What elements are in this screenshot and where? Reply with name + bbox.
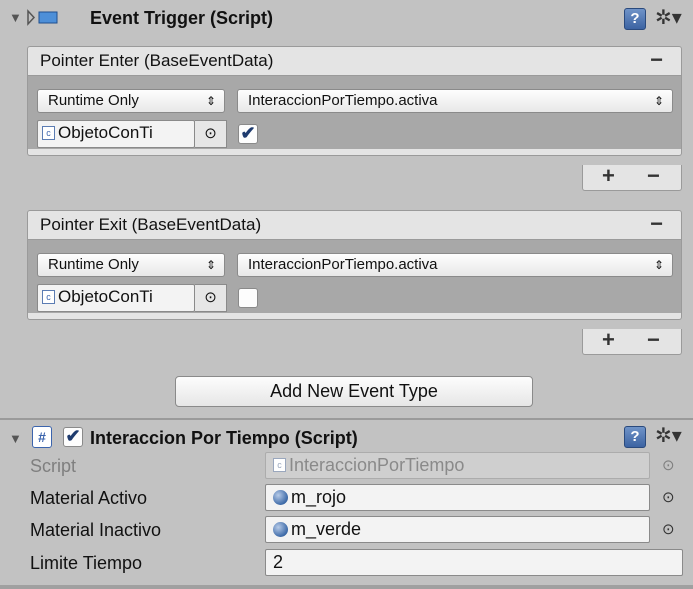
target-object-value: ObjetoConTi bbox=[58, 123, 153, 142]
gear-icon[interactable]: ✲▾ bbox=[655, 423, 682, 448]
event-group-body: Runtime Only ⇕ InteraccionPorTiempo.acti… bbox=[27, 240, 682, 313]
foldout-arrow-icon[interactable]: ▼ bbox=[9, 10, 22, 25]
object-picker-button[interactable]: ⊙ bbox=[195, 284, 227, 312]
foldout-arrow-icon[interactable]: ▼ bbox=[9, 431, 22, 446]
script-icon: # bbox=[32, 426, 52, 448]
component-title: Interaccion Por Tiempo (Script) bbox=[90, 428, 358, 448]
event-group-footer bbox=[27, 149, 682, 156]
object-picker-button: ⊙ bbox=[662, 457, 675, 474]
object-picker-button[interactable]: ⊙ bbox=[662, 520, 675, 538]
event-trigger-icon bbox=[27, 9, 59, 26]
runtime-dropdown[interactable]: Runtime Only ⇕ bbox=[37, 253, 225, 277]
script-field: c InteraccionPorTiempo bbox=[265, 452, 650, 479]
listener-add-remove: + − bbox=[582, 163, 682, 191]
event-group-title: Pointer Exit (BaseEventData) bbox=[40, 215, 262, 234]
material-inactivo-field[interactable]: m_verde bbox=[265, 516, 650, 543]
dropdown-arrows-icon: ⇕ bbox=[205, 94, 216, 108]
add-new-event-type-button[interactable]: Add New Event Type bbox=[175, 376, 533, 407]
event-group-footer bbox=[27, 313, 682, 320]
script-field-value: InteraccionPorTiempo bbox=[289, 455, 465, 475]
target-object-field[interactable]: c ObjetoConTi bbox=[37, 120, 195, 148]
add-listener-button[interactable]: + bbox=[602, 163, 615, 189]
event-group-pointer-enter: Pointer Enter (BaseEventData) − Runtime … bbox=[27, 46, 682, 156]
component-enabled-checkbox[interactable]: ✔ bbox=[63, 427, 83, 447]
event-group-title: Pointer Enter (BaseEventData) bbox=[40, 51, 274, 70]
function-dropdown-value: InteraccionPorTiempo.activa bbox=[248, 256, 438, 273]
remove-listener-button[interactable]: − bbox=[647, 327, 660, 353]
property-label-material-inactivo: Material Inactivo bbox=[30, 520, 162, 540]
target-object-value: ObjetoConTi bbox=[58, 287, 153, 306]
remove-listener-button[interactable]: − bbox=[647, 163, 660, 189]
bottom-divider bbox=[0, 585, 693, 589]
script-object-icon: c bbox=[273, 458, 286, 473]
target-object-field[interactable]: c ObjetoConTi bbox=[37, 284, 195, 312]
material-sphere-icon bbox=[273, 521, 288, 537]
material-inactivo-value: m_verde bbox=[291, 519, 362, 539]
function-dropdown[interactable]: InteraccionPorTiempo.activa ⇕ bbox=[237, 89, 673, 113]
dropdown-arrows-icon: ⇕ bbox=[653, 94, 664, 108]
object-picker-button[interactable]: ⊙ bbox=[662, 488, 675, 506]
runtime-dropdown-value: Runtime Only bbox=[48, 92, 139, 109]
dropdown-arrows-icon: ⇕ bbox=[653, 258, 664, 272]
event-group-body: Runtime Only ⇕ InteraccionPorTiempo.acti… bbox=[27, 76, 682, 149]
function-dropdown[interactable]: InteraccionPorTiempo.activa ⇕ bbox=[237, 253, 673, 277]
event-trigger-header: ▼ Event Trigger (Script) ? ✲▾ bbox=[0, 0, 693, 36]
gear-icon[interactable]: ✲▾ bbox=[655, 5, 682, 30]
interaccion-header: ▼ # ✔ Interaccion Por Tiempo (Script) ? … bbox=[0, 420, 693, 456]
object-picker-button[interactable]: ⊙ bbox=[195, 120, 227, 148]
function-dropdown-value: InteraccionPorTiempo.activa bbox=[248, 92, 438, 109]
material-sphere-icon bbox=[273, 489, 288, 505]
material-activo-value: m_rojo bbox=[291, 487, 347, 507]
runtime-dropdown-value: Runtime Only bbox=[48, 256, 139, 273]
add-listener-button[interactable]: + bbox=[602, 327, 615, 353]
property-label-limite-tiempo: Limite Tiempo bbox=[30, 553, 143, 573]
material-activo-field[interactable]: m_rojo bbox=[265, 484, 650, 511]
property-label-script: Script bbox=[30, 456, 77, 476]
dropdown-arrows-icon: ⇕ bbox=[205, 258, 216, 272]
property-label-material-activo: Material Activo bbox=[30, 488, 148, 508]
remove-event-button[interactable]: − bbox=[650, 47, 663, 73]
listener-add-remove: + − bbox=[582, 327, 682, 355]
event-group-header: Pointer Exit (BaseEventData) − bbox=[27, 210, 682, 240]
runtime-dropdown[interactable]: Runtime Only ⇕ bbox=[37, 89, 225, 113]
limite-tiempo-field[interactable]: 2 bbox=[265, 549, 683, 576]
help-icon[interactable]: ? bbox=[624, 426, 646, 448]
component-title: Event Trigger (Script) bbox=[90, 8, 274, 28]
script-object-icon: c bbox=[42, 289, 55, 304]
bool-argument-checkbox[interactable]: ✔ bbox=[238, 124, 258, 144]
help-icon[interactable]: ? bbox=[624, 8, 646, 30]
event-group-pointer-exit: Pointer Exit (BaseEventData) − Runtime O… bbox=[27, 210, 682, 320]
event-group-header: Pointer Enter (BaseEventData) − bbox=[27, 46, 682, 76]
remove-event-button[interactable]: − bbox=[650, 211, 663, 237]
script-object-icon: c bbox=[42, 125, 55, 140]
bool-argument-checkbox[interactable] bbox=[238, 288, 258, 308]
